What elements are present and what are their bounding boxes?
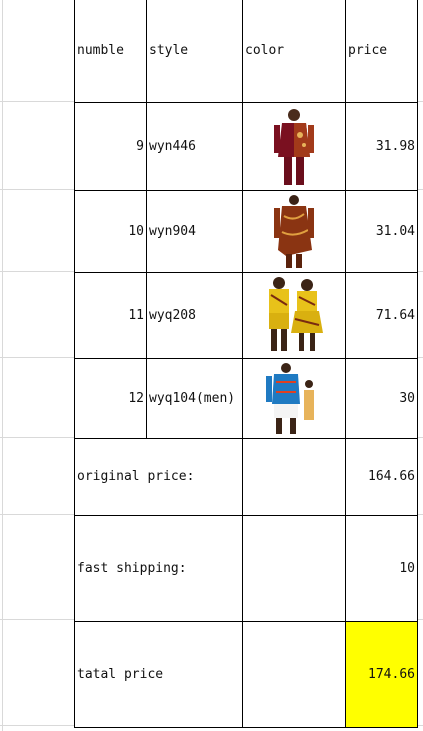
header-color[interactable]: color [242, 0, 346, 103]
cell-price[interactable]: 31.04 [345, 189, 418, 273]
cell-price[interactable]: 71.64 [345, 271, 418, 359]
cell-style[interactable]: wyn446 [146, 101, 243, 191]
header-price[interactable]: price [345, 0, 418, 103]
cell-price[interactable]: 30 [345, 357, 418, 439]
cell-numble[interactable]: 11 [74, 271, 147, 359]
total-price-label[interactable]: tatal price [74, 620, 243, 728]
cell-price[interactable]: 31.98 [345, 101, 418, 191]
summary-row-original: original price: 164.66 [74, 437, 418, 516]
summary-row-total: tatal price 174.66 [74, 620, 418, 728]
cell-numble[interactable]: 9 [74, 101, 147, 191]
cell-numble[interactable]: 12 [74, 357, 147, 439]
shipping-value[interactable]: 10 [345, 514, 418, 622]
order-table: numble style color price 9 wyn446 31.98 … [74, 0, 418, 728]
summary-row-shipping: fast shipping: 10 [74, 514, 418, 622]
empty-cell[interactable] [242, 514, 346, 622]
cell-numble[interactable]: 10 [74, 189, 147, 273]
original-price-label[interactable]: original price: [74, 437, 243, 516]
header-numble[interactable]: numble [74, 0, 147, 103]
empty-cell[interactable] [242, 437, 346, 516]
cell-style[interactable]: wyq208 [146, 271, 243, 359]
table-row: 11 wyq208 71.64 [74, 271, 418, 359]
cell-style[interactable]: wyq104(men) [146, 357, 243, 439]
brown-shirt-image [274, 195, 314, 268]
table-row: 12 wyq104(men) 30 [74, 357, 418, 439]
header-row: numble style color price [74, 0, 418, 103]
cell-style[interactable]: wyn904 [146, 189, 243, 273]
shipping-label[interactable]: fast shipping: [74, 514, 243, 622]
cell-color-image[interactable] [242, 101, 346, 191]
maroon-shirt-image [274, 109, 314, 185]
table-row: 9 wyn446 31.98 [74, 101, 418, 191]
yellow-couple-outfit-image [269, 277, 323, 351]
empty-cell[interactable] [242, 620, 346, 728]
total-price-value[interactable]: 174.66 [345, 620, 418, 728]
blue-shirt-image [266, 363, 314, 434]
original-price-value[interactable]: 164.66 [345, 437, 418, 516]
cell-color-image[interactable] [242, 357, 346, 439]
cell-color-image[interactable] [242, 271, 346, 359]
header-style[interactable]: style [146, 0, 243, 103]
cell-color-image[interactable] [242, 189, 346, 273]
table-row: 10 wyn904 31.04 [74, 189, 418, 273]
